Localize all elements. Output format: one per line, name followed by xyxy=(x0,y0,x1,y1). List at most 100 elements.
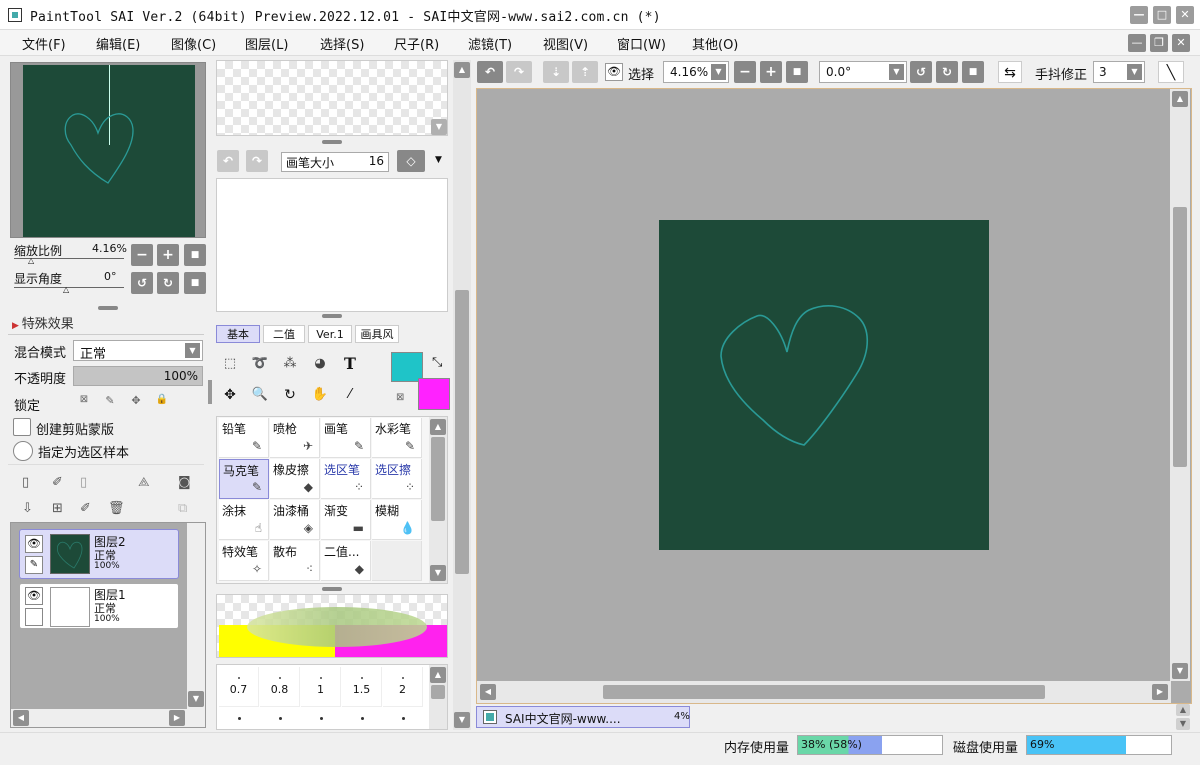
lock-transparency-icon[interactable]: ⊠ xyxy=(74,394,94,412)
size-scrollbar[interactable]: ▲ xyxy=(429,665,447,729)
brush-size-cell[interactable] xyxy=(219,709,259,729)
brush-size-cell[interactable] xyxy=(260,709,300,729)
merge-down-icon[interactable]: ⇩ xyxy=(22,501,33,516)
scroll-thumb[interactable] xyxy=(1173,207,1187,467)
panel-scrollbar[interactable]: ▲ ▼ xyxy=(453,60,471,730)
menu-layer[interactable]: 图层(L) xyxy=(245,34,288,53)
brush-size-cell[interactable]: 1 xyxy=(301,667,341,707)
brush-size-cell[interactable] xyxy=(383,709,423,729)
scroll-right-button[interactable]: ▶ xyxy=(1152,684,1168,700)
tool-cell[interactable]: 渐变 ▬ xyxy=(321,500,371,540)
scroll-thumb[interactable] xyxy=(431,437,445,521)
toolbar-rotate-left-button[interactable]: ↺ xyxy=(910,61,932,83)
redo-button[interactable]: ↷ xyxy=(246,150,268,172)
rotate-right-button[interactable]: ↻ xyxy=(157,272,179,294)
brush-size-cell[interactable]: 0.8 xyxy=(260,667,300,707)
text-tool-icon[interactable]: T xyxy=(338,352,362,376)
zoom-reset-button[interactable]: ■ xyxy=(184,244,206,266)
invert-select-button[interactable]: ⇡ xyxy=(572,61,598,83)
copy-layer-icon[interactable]: ⊞ xyxy=(52,501,63,516)
tool-cell[interactable]: 选区笔 ⁘ xyxy=(321,459,371,499)
tool-cell[interactable]: 水彩笔 ✎ xyxy=(372,418,422,458)
mixer-scroll-down[interactable]: ▼ xyxy=(431,119,447,135)
zoom-slider-handle[interactable]: △ xyxy=(28,256,34,265)
eraser-toggle-button[interactable]: ◇ xyxy=(397,150,425,172)
layer-effect-icon[interactable]: ⟁ xyxy=(138,475,150,490)
tool-cell[interactable]: 画笔 ✎ xyxy=(321,418,371,458)
menu-select[interactable]: 选择(S) xyxy=(320,34,364,53)
stabilizer-select[interactable]: 3 ▼ xyxy=(1093,61,1145,83)
magic-wand-icon[interactable]: ⁂ xyxy=(278,352,302,376)
toolbar-zoom-out-button[interactable]: − xyxy=(734,61,756,83)
document-tab[interactable]: SAI中文官网-www.... 4% xyxy=(476,706,690,728)
layer-item[interactable]: 👁 图层1 正常 100% xyxy=(19,583,179,629)
lasso-icon[interactable]: ➰ xyxy=(248,352,272,376)
angle-select[interactable]: 0.0° ▼ xyxy=(819,61,907,83)
scroll-left-button[interactable]: ◀ xyxy=(480,684,496,700)
scroll-thumb[interactable] xyxy=(603,685,1045,699)
eye-icon[interactable]: 👁 xyxy=(25,535,43,553)
brush-menu-arrow[interactable]: ▼ xyxy=(435,155,442,165)
lock-all-icon[interactable]: 🔒 xyxy=(152,394,172,412)
move-icon[interactable]: ✥ xyxy=(218,383,242,407)
brush-size-field[interactable]: 画笔大小 16 xyxy=(281,152,389,172)
brush-size-cell[interactable] xyxy=(342,709,382,729)
menu-view[interactable]: 视图(V) xyxy=(543,34,588,53)
lock-move-icon[interactable]: ✥ xyxy=(126,394,146,412)
color-mixer[interactable]: ▼ xyxy=(216,60,448,136)
tab-ver1[interactable]: Ver.1 xyxy=(308,325,352,343)
layer-hscrollbar[interactable]: ◀ ▶ xyxy=(11,709,205,727)
transparent-color-icon[interactable]: ⊠ xyxy=(396,392,410,406)
layer-mask-icon[interactable]: ◙ xyxy=(178,475,191,490)
toolbar-zoom-reset-button[interactable]: ■ xyxy=(786,61,808,83)
tool-cell[interactable]: 特效笔 ✧ xyxy=(219,541,269,581)
hand-icon[interactable]: ✋ xyxy=(308,383,332,407)
brush-size-cell[interactable]: 1.5 xyxy=(342,667,382,707)
panel-splitter[interactable] xyxy=(322,587,342,591)
minimize-button[interactable]: — xyxy=(1130,6,1148,24)
zoom-in-button[interactable]: + xyxy=(157,244,179,266)
show-selection-icon[interactable]: 👁 xyxy=(605,63,623,81)
tab-basic[interactable]: 基本 xyxy=(216,325,260,343)
scroll-down-button[interactable]: ▼ xyxy=(1172,663,1188,679)
tool-cell[interactable]: 喷枪 ✈ xyxy=(270,418,320,458)
menu-filter[interactable]: 滤镜(T) xyxy=(468,34,512,53)
panel-splitter[interactable] xyxy=(322,140,342,144)
menu-window[interactable]: 窗口(W) xyxy=(617,34,666,53)
tool-cell[interactable]: 铅笔 ✎ xyxy=(219,418,269,458)
toolbar-zoom-in-button[interactable]: + xyxy=(760,61,782,83)
scroll-up-button[interactable]: ▲ xyxy=(430,667,446,683)
tool-cell[interactable]: 橡皮擦 ◆ xyxy=(270,459,320,499)
angle-slider-handle[interactable]: △ xyxy=(63,285,69,294)
zoom-out-button[interactable]: − xyxy=(131,244,153,266)
close-button[interactable]: ✕ xyxy=(1176,6,1194,24)
scroll-up-button[interactable]: ▲ xyxy=(1172,91,1188,107)
layer-scrollbar[interactable]: ▼ xyxy=(187,523,205,709)
brush-size-cell[interactable]: 2 xyxy=(383,667,423,707)
toolbar-rotate-reset-button[interactable]: ■ xyxy=(962,61,984,83)
new-pen-layer-icon[interactable]: ✐ xyxy=(52,475,63,490)
menu-file[interactable]: 文件(F) xyxy=(22,34,66,53)
clip-checkbox[interactable] xyxy=(13,418,31,436)
tool-cell[interactable]: 散布 ⁖ xyxy=(270,541,320,581)
tab-scroll-down-button[interactable]: ▼ xyxy=(1176,718,1190,730)
scroll-right-button[interactable]: ▶ xyxy=(169,710,185,726)
layer-item[interactable]: 👁 ✎ 图层2 正常 100% xyxy=(19,529,179,579)
rotate-left-button[interactable]: ↺ xyxy=(131,272,153,294)
effects-header[interactable]: ▶ 特殊效果 xyxy=(12,313,74,332)
canvas-hscrollbar[interactable]: ◀ ▶ xyxy=(477,681,1171,703)
tool-cell[interactable]: 油漆桶 ◈ xyxy=(270,500,320,540)
eyedropper-icon[interactable]: ⁄ xyxy=(338,383,362,407)
panel-splitter[interactable] xyxy=(98,306,118,310)
scroll-left-button[interactable]: ◀ xyxy=(13,710,29,726)
scroll-up-button[interactable]: ▲ xyxy=(454,62,470,78)
canvas-vscrollbar[interactable]: ▲ ▼ xyxy=(1170,89,1190,681)
tool-cell[interactable]: 涂抹 ☝ xyxy=(219,500,269,540)
deselect-button[interactable]: ⇣ xyxy=(543,61,569,83)
maximize-button[interactable]: □ xyxy=(1153,6,1171,24)
pen-icon[interactable]: ✎ xyxy=(25,556,43,574)
canvas-viewport[interactable]: ▲ ▼ ◀ ▶ xyxy=(476,88,1192,704)
scroll-down-button[interactable]: ▼ xyxy=(430,565,446,581)
opacity-slider[interactable]: 100% xyxy=(73,366,203,386)
tab-scroll-up-button[interactable]: ▲ xyxy=(1176,704,1190,716)
